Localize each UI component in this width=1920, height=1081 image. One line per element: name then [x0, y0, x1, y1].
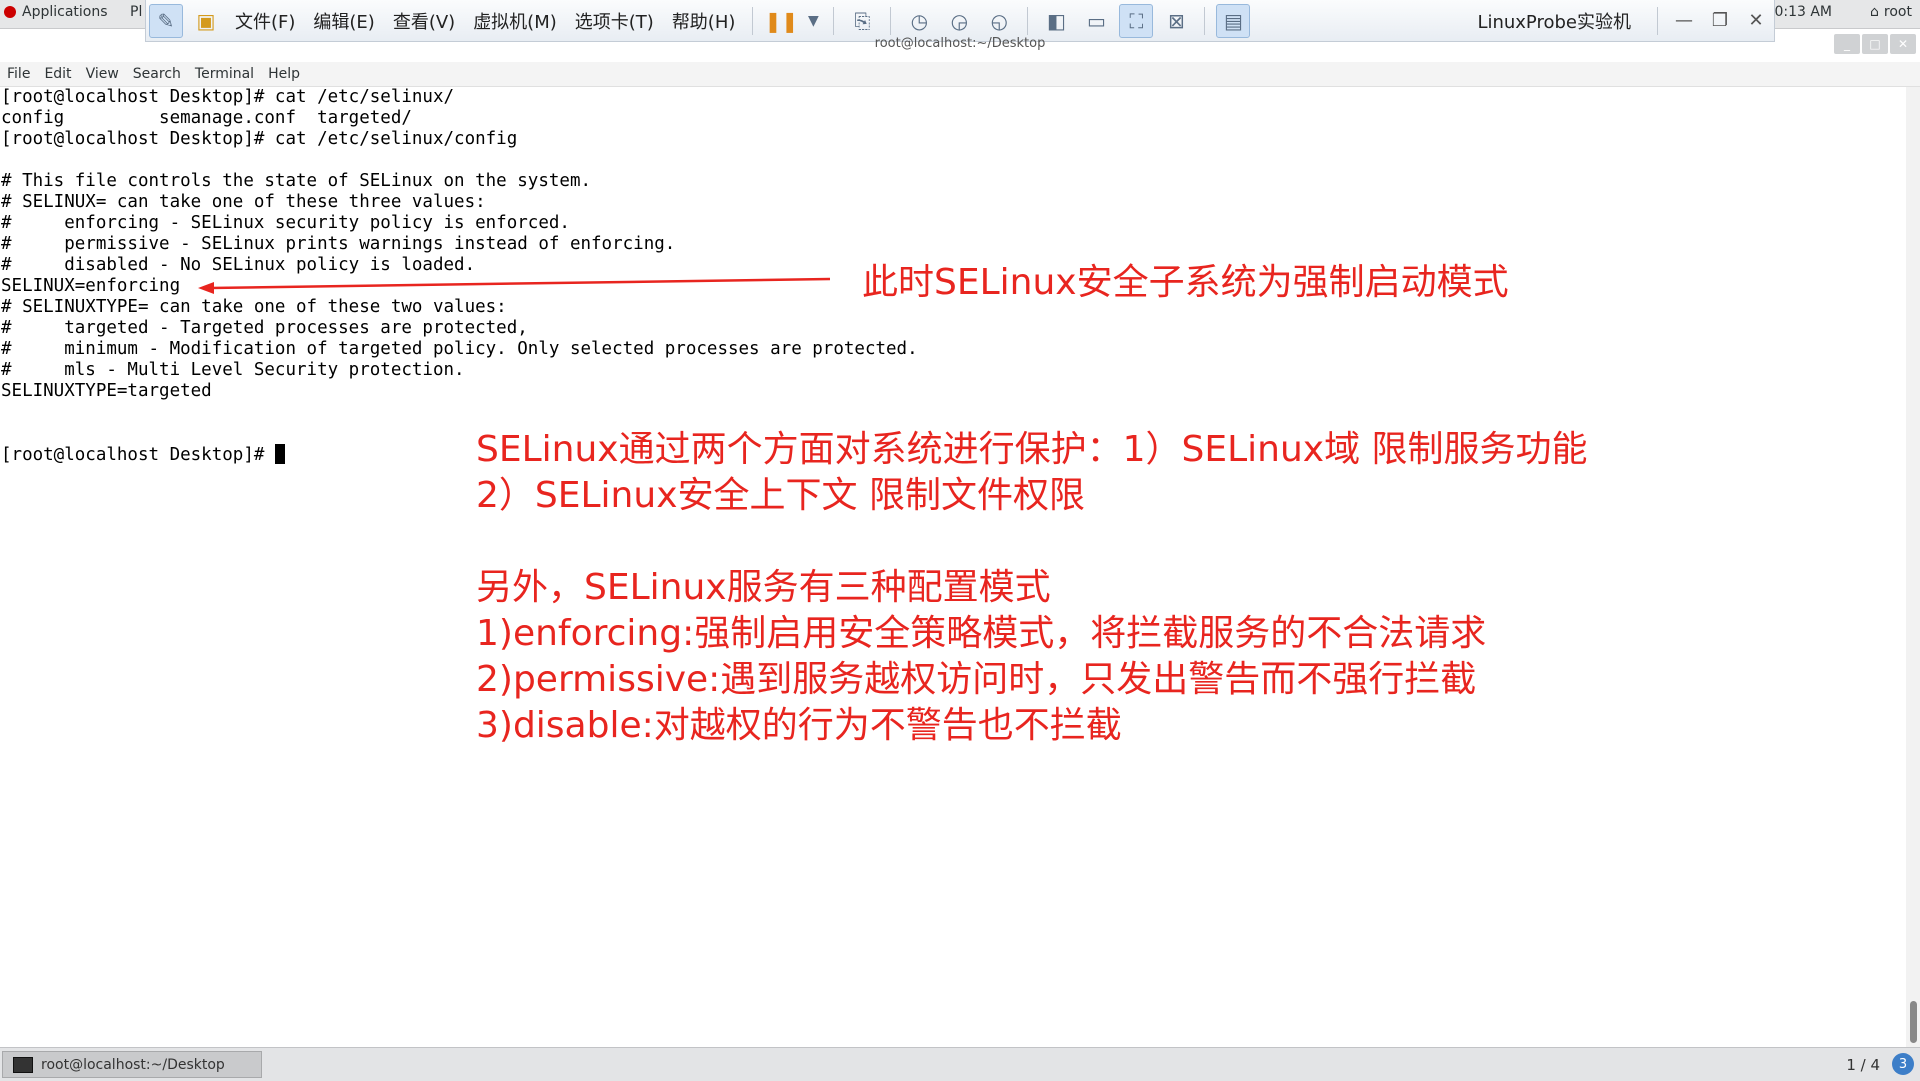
power-dropdown-icon[interactable]: ▼	[804, 4, 822, 38]
menu-file[interactable]: 文件(F)	[235, 8, 295, 34]
console-view-icon[interactable]: ▤	[1216, 3, 1251, 38]
terminal-line: SELINUX=enforcing	[1, 276, 181, 296]
toolbar-separator	[1204, 6, 1206, 35]
terminal-line: # This file controls the state of SELinu…	[1, 171, 592, 191]
network-icon: ⌂	[1870, 4, 1879, 20]
menu-help[interactable]: 帮助(H)	[672, 8, 736, 34]
terminal-minimize-icon[interactable]: _	[1834, 34, 1860, 54]
terminal-line: [root@localhost Desktop]# cat /etc/selin…	[1, 129, 518, 149]
term-menu-view[interactable]: View	[86, 66, 119, 82]
terminal-scrollbar[interactable]	[1906, 87, 1920, 1047]
workspace-indicator[interactable]: 1 / 4	[1846, 1056, 1880, 1074]
annotation-line-4: 1)enforcing:强制启用安全策略模式，将拦截服务的不合法请求	[476, 613, 1487, 654]
send-ctrl-alt-del-icon[interactable]: ⎘	[845, 4, 879, 38]
terminal-line: config semanage.conf targeted/	[1, 108, 412, 128]
annotation-arrow-note: 此时SELinux安全子系统为强制启动模式	[862, 262, 1509, 303]
terminal-line: # targeted - Targeted processes are prot…	[1, 318, 528, 338]
library-icon[interactable]: ◧	[1039, 4, 1073, 38]
close-icon[interactable]: ✕	[1738, 10, 1774, 31]
terminal-prompt: [root@localhost Desktop]#	[1, 445, 275, 465]
term-menu-edit[interactable]: Edit	[44, 66, 71, 82]
scrollbar-thumb[interactable]	[1910, 1001, 1917, 1043]
places-menu[interactable]: Pl	[130, 4, 142, 20]
terminal-line: # enforcing - SELinux security policy is…	[1, 213, 570, 233]
toolbar-separator	[890, 6, 892, 35]
term-menu-terminal[interactable]: Terminal	[195, 66, 254, 82]
terminal-titlebar: root@localhost:~/Desktop	[0, 36, 1920, 56]
annotation-line-3: 另外，SELinux服务有三种配置模式	[476, 567, 1051, 608]
vmware-logo-icon: ▣	[196, 8, 216, 33]
terminal-line: # minimum - Modification of targeted pol…	[1, 339, 918, 359]
terminal-line: # disabled - No SELinux policy is loaded…	[1, 255, 476, 275]
taskbar-terminal-button[interactable]: root@localhost:~/Desktop	[2, 1051, 262, 1078]
toolbar-separator	[752, 6, 754, 35]
bottom-taskbar: root@localhost:~/Desktop 1 / 4 3	[0, 1047, 1920, 1081]
terminal-lines: [root@localhost Desktop]# cat /etc/selin…	[1, 87, 918, 466]
term-menu-search[interactable]: Search	[133, 66, 181, 82]
terminal-window-controls: _ □ ✕	[1834, 34, 1916, 54]
pause-icon[interactable]: ❚❚	[764, 4, 799, 38]
applications-menu[interactable]: Applications	[4, 4, 108, 20]
user-menu[interactable]: ⌂ root	[1870, 4, 1912, 20]
term-menu-file[interactable]: File	[7, 66, 30, 82]
thumbnail-bar-icon[interactable]: ▭	[1079, 4, 1113, 38]
snapshot-manager-icon[interactable]: ◵	[982, 4, 1016, 38]
unity-icon[interactable]: ⊠	[1159, 4, 1193, 38]
terminal-cursor	[274, 444, 285, 464]
annotation-line-1: SELinux通过两个方面对系统进行保护：1）SELinux域 限制服务功能	[476, 429, 1588, 470]
fullscreen-icon[interactable]: ⛶	[1119, 3, 1154, 38]
toolbar-separator	[1657, 6, 1658, 35]
annotation-line-2: 2）SELinux安全上下文 限制文件权限	[476, 475, 1085, 516]
terminal-line: # SELINUXTYPE= can take one of these two…	[1, 297, 507, 317]
terminal-line: SELINUXTYPE=targeted	[1, 381, 212, 401]
applications-label: Applications	[22, 4, 108, 20]
pin-toolbar-icon[interactable]: ✎	[149, 3, 183, 38]
clock[interactable]: 0:13 AM	[1774, 4, 1832, 20]
term-menu-help[interactable]: Help	[268, 66, 300, 82]
menu-tabs[interactable]: 选项卡(T)	[575, 8, 654, 34]
user-name: root	[1883, 4, 1912, 20]
menu-edit[interactable]: 编辑(E)	[313, 8, 374, 34]
snapshot-revert-icon[interactable]: ◶	[942, 4, 976, 38]
terminal-menubar: File Edit View Search Terminal Help	[0, 62, 1920, 87]
restore-icon[interactable]: ❐	[1702, 10, 1738, 31]
toolbar-separator	[833, 6, 835, 35]
menu-vm[interactable]: 虚拟机(M)	[473, 8, 557, 34]
terminal-line: # permissive - SELinux prints warnings i…	[1, 234, 676, 254]
terminal-icon	[13, 1056, 33, 1073]
vm-title: LinuxProbe实验机	[1477, 11, 1631, 33]
taskbar-task-label: root@localhost:~/Desktop	[41, 1056, 225, 1073]
terminal-window-title: root@localhost:~/Desktop	[874, 36, 1046, 51]
toolbar-separator	[1027, 6, 1029, 35]
annotation-line-6: 3)disable:对越权的行为不警告也不拦截	[476, 705, 1122, 746]
terminal-line: # SELINUX= can take one of these three v…	[1, 192, 486, 212]
minimize-icon[interactable]: —	[1666, 10, 1702, 31]
menu-view[interactable]: 查看(V)	[393, 8, 455, 34]
terminal-line: # mls - Multi Level Security protection.	[1, 360, 465, 380]
snapshot-take-icon[interactable]: ◷	[902, 4, 936, 38]
terminal-close-icon[interactable]: ✕	[1890, 34, 1916, 54]
terminal-maximize-icon[interactable]: □	[1862, 34, 1888, 54]
redhat-icon	[4, 6, 16, 18]
terminal-line: [root@localhost Desktop]# cat /etc/selin…	[1, 87, 455, 107]
annotation-line-5: 2)permissive:遇到服务越权访问时，只发出警告而不强行拦截	[476, 659, 1477, 700]
notification-badge[interactable]: 3	[1892, 1053, 1914, 1075]
